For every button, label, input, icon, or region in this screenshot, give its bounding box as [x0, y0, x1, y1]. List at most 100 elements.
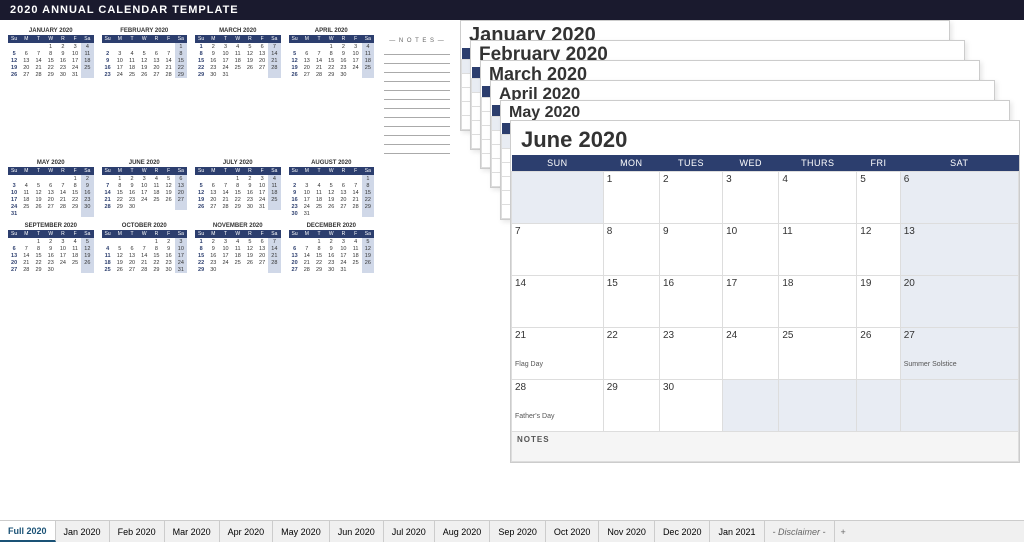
tab-item[interactable]: Dec 2020 [655, 521, 711, 542]
day-cell: 23 [337, 64, 349, 71]
tab-item[interactable]: - Disclaimer - [765, 521, 835, 542]
day-cell: 31 [219, 71, 231, 78]
day-cell: 21 [20, 259, 32, 266]
day-cell: 8 [45, 50, 57, 57]
tab-item[interactable]: Mar 2020 [165, 521, 220, 542]
day-cell: 7 [301, 245, 313, 252]
day-cell: 24 [8, 203, 20, 210]
day-number: 21 [515, 330, 526, 341]
app-title-bar: 2020 ANNUAL CALENDAR TEMPLATE [0, 0, 1024, 20]
day-cell [301, 43, 313, 50]
day-cell: 4 [350, 238, 362, 245]
day-cell: 19 [362, 252, 374, 259]
small-cal-title: DECEMBER 2020 [289, 223, 375, 229]
day-cell: 30 [207, 71, 219, 78]
day-header: T [219, 35, 231, 43]
day-cell: 21 [138, 259, 150, 266]
tab-item[interactable]: Oct 2020 [546, 521, 600, 542]
day-cell: 12 [8, 57, 20, 64]
day-cell [8, 175, 20, 182]
day-cell: 20 [150, 64, 162, 71]
day-cell: 2 [207, 43, 219, 50]
add-tab-button[interactable]: + [835, 524, 852, 540]
day-cell [69, 266, 81, 273]
day-cell: 15 [195, 252, 207, 259]
day-cell: 19 [289, 64, 301, 71]
tab-item[interactable]: Jan 2021 [710, 521, 764, 542]
day-cell: 28 [20, 266, 32, 273]
day-cell: 21 [102, 196, 114, 203]
tab-item[interactable]: May 2020 [273, 521, 330, 542]
day-cell: 10 [350, 50, 362, 57]
day-cell: 12 [163, 182, 175, 189]
day-header: Su [102, 230, 114, 238]
tab-item[interactable]: Apr 2020 [220, 521, 274, 542]
day-cell: 3 [301, 182, 313, 189]
day-cell [325, 175, 337, 182]
day-cell: 29 [362, 203, 374, 210]
day-cell: 30 [337, 71, 349, 78]
day-cell: 27 [289, 266, 301, 273]
day-cell: 23 [244, 196, 256, 203]
day-cell: 11 [268, 182, 280, 189]
tab-item[interactable]: Jan 2020 [56, 521, 110, 542]
day-cell [114, 43, 126, 50]
day-cell: 10 [219, 50, 231, 57]
day-cell [337, 210, 349, 217]
day-cell: 14 [102, 189, 114, 196]
tab-item[interactable]: Aug 2020 [435, 521, 491, 542]
day-cell: 14 [32, 57, 44, 64]
day-cell [20, 43, 32, 50]
day-cell: 30 [126, 203, 138, 210]
day-cell: 31 [337, 266, 349, 273]
day-header: Su [8, 167, 20, 175]
day-cell: 24 [219, 259, 231, 266]
day-cell: 24 [138, 196, 150, 203]
day-cell: 19 [195, 196, 207, 203]
day-cell: 5 [325, 182, 337, 189]
day-cell: 27 [150, 71, 162, 78]
day-header: Su [195, 230, 207, 238]
day-cell: 23 [57, 64, 69, 71]
day-cell: 24 [69, 64, 81, 71]
tab-item[interactable]: Feb 2020 [110, 521, 165, 542]
day-cell: 7 [102, 182, 114, 189]
day-cell [337, 175, 349, 182]
day-cell: 30 [289, 210, 301, 217]
tab-item[interactable]: Sep 2020 [490, 521, 546, 542]
day-cell: 15 [325, 57, 337, 64]
tab-item[interactable]: Nov 2020 [599, 521, 655, 542]
small-cal-grid: SuMTWRFSa1234567891011121314151617181920… [8, 35, 94, 78]
day-number: 27 [904, 330, 915, 341]
day-header: M [207, 35, 219, 43]
tab-item[interactable]: Jun 2020 [330, 521, 384, 542]
day-cell: 18 [102, 259, 114, 266]
day-header: M [20, 230, 32, 238]
day-cell: 25 [362, 64, 374, 71]
day-header: M [207, 167, 219, 175]
day-number: 8 [607, 226, 613, 237]
day-cell: 16 [102, 64, 114, 71]
day-cell: 24 [219, 64, 231, 71]
day-cell: 26 [81, 259, 93, 266]
day-cell: 22 [195, 64, 207, 71]
day-header: Sa [81, 35, 93, 43]
tab-item[interactable]: Jul 2020 [384, 521, 435, 542]
day-header: Sa [362, 35, 374, 43]
day-number: 16 [663, 278, 674, 289]
day-header: W [138, 230, 150, 238]
day-cell: 31 [256, 203, 268, 210]
day-cell: 24 [57, 259, 69, 266]
day-cell: 14 [301, 252, 313, 259]
tab-item[interactable]: Full 2020 [0, 521, 56, 542]
day-header: R [337, 35, 349, 43]
day-cell: 12 [195, 189, 207, 196]
day-cell: 23 [207, 259, 219, 266]
day-cell: 24 [350, 64, 362, 71]
note-line [384, 64, 450, 73]
day-cell: 6 [20, 50, 32, 57]
day-cell [301, 175, 313, 182]
day-cell: 15 [175, 57, 187, 64]
small-cal-title: NOVEMBER 2020 [195, 223, 281, 229]
day-number: 2 [663, 174, 669, 185]
